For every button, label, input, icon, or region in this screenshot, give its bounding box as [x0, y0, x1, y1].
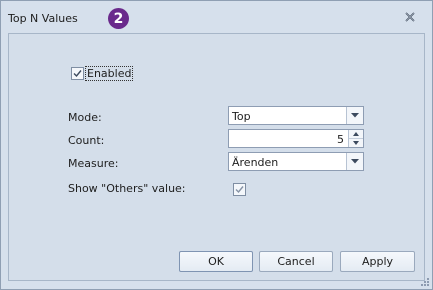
dialog-content: Enabled Mode: Top Count: 5 Measure: Ären… — [8, 33, 425, 281]
check-icon — [73, 70, 82, 78]
show-others-checkbox[interactable] — [233, 183, 246, 196]
show-others-label: Show "Others" value: — [68, 182, 186, 195]
measure-select[interactable]: Ärenden — [228, 152, 364, 171]
ok-button[interactable]: OK — [179, 251, 253, 272]
measure-label: Measure: — [68, 157, 119, 170]
check-icon — [235, 186, 244, 194]
apply-button[interactable]: Apply — [340, 251, 415, 272]
resize-grip-icon[interactable] — [420, 277, 430, 287]
chevron-down-icon[interactable] — [346, 153, 363, 170]
step-badge: 2 — [108, 8, 129, 29]
arrow-up-icon[interactable] — [349, 130, 363, 139]
mode-select[interactable]: Top — [228, 106, 364, 125]
title-bar: Top N Values 2 — [1, 1, 432, 33]
count-spin — [348, 130, 363, 147]
enabled-checkbox[interactable] — [71, 67, 84, 80]
count-stepper[interactable]: 5 — [228, 129, 364, 148]
arrow-down-icon[interactable] — [349, 139, 363, 147]
cancel-button[interactable]: Cancel — [259, 251, 333, 272]
enabled-label[interactable]: Enabled — [84, 66, 134, 81]
top-n-values-dialog: Top N Values 2 Enabled Mode: Top Count: … — [0, 0, 433, 290]
count-value: 5 — [337, 133, 344, 146]
mode-label: Mode: — [68, 111, 102, 124]
dialog-title: Top N Values — [8, 12, 78, 25]
chevron-down-icon[interactable] — [346, 107, 363, 124]
measure-value: Ärenden — [232, 156, 279, 169]
close-icon[interactable] — [402, 9, 418, 25]
mode-value: Top — [232, 110, 251, 123]
count-label: Count: — [68, 134, 105, 147]
